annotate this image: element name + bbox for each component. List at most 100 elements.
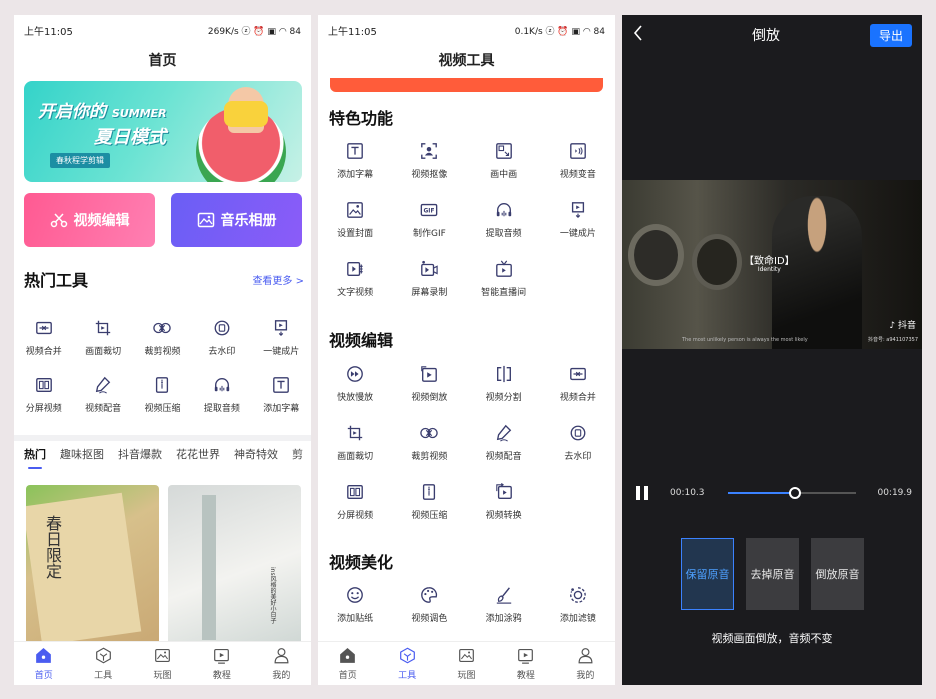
tab-tutorial[interactable]: 教程: [192, 642, 251, 685]
tool-label: 去水印: [208, 347, 236, 357]
pip-icon: [494, 141, 514, 161]
tool-item[interactable]: 添加字幕: [318, 141, 392, 180]
category-tab[interactable]: 神奇特效: [234, 446, 278, 462]
tool-label: 添加字幕: [337, 170, 374, 180]
tab-profile[interactable]: 我的: [252, 642, 311, 685]
tool-label: 提取音频: [203, 404, 240, 414]
tool-item[interactable]: 视频配音: [73, 375, 132, 414]
merge-icon: [34, 318, 54, 338]
tool-label: 添加滤镜: [559, 614, 596, 624]
palette-icon: [419, 585, 439, 605]
tool-item[interactable]: 提取音频: [467, 200, 541, 239]
speed-icon: [345, 364, 365, 384]
tab-tutorial[interactable]: 教程: [496, 642, 555, 685]
video-edit-button[interactable]: 视频编辑: [24, 193, 155, 247]
text-video-icon: [345, 259, 365, 279]
reverse-audio-option[interactable]: 倒放原音: [811, 538, 864, 610]
tab-home[interactable]: 首页: [318, 642, 377, 685]
tool-item[interactable]: GIF 制作GIF: [392, 200, 466, 239]
current-time: 00:10.3: [670, 488, 705, 498]
tab-home[interactable]: 首页: [14, 642, 73, 685]
tool-item[interactable]: 裁剪视频: [133, 318, 192, 357]
tool-item[interactable]: 去水印: [541, 423, 615, 462]
section-title-edit: 视频编辑: [329, 331, 394, 350]
subtitle-icon: [271, 375, 291, 395]
pause-icon[interactable]: [636, 486, 648, 500]
tool-item[interactable]: 屏幕录制: [392, 259, 466, 298]
export-button[interactable]: 导出: [869, 23, 912, 47]
see-more-link[interactable]: 查看更多 >: [252, 272, 304, 287]
douyin-id: 抖音号: a941107357: [868, 337, 918, 343]
summer-banner[interactable]: 开启你的 SUMMER 夏日模式 春秋程学剪辑: [24, 81, 302, 182]
tab-tools[interactable]: 工具: [73, 642, 132, 685]
tool-item[interactable]: 视频压缩: [133, 375, 192, 414]
tool-item[interactable]: 视频倒放: [392, 364, 466, 403]
category-tab[interactable]: 抖音爆款: [118, 446, 162, 462]
tab-image[interactable]: 玩图: [437, 642, 496, 685]
tool-item[interactable]: 添加涂鸦: [467, 585, 541, 624]
tool-item[interactable]: 去水印: [192, 318, 251, 357]
music-album-button[interactable]: 音乐相册: [171, 193, 302, 247]
category-tab[interactable]: 趣味抠图: [60, 446, 104, 462]
back-icon[interactable]: [632, 23, 662, 47]
category-tab[interactable]: 花花世界: [176, 446, 220, 462]
category-tab[interactable]: 热门: [24, 446, 46, 469]
tool-item[interactable]: 视频变音: [541, 141, 615, 180]
tool-item[interactable]: 视频转换: [467, 482, 541, 521]
tool-item[interactable]: 一键成片: [252, 318, 311, 357]
tool-item[interactable]: 添加滤镜: [541, 585, 615, 624]
progress-slider[interactable]: [728, 487, 856, 499]
tool-label: 视频转换: [485, 511, 522, 521]
tool-item[interactable]: 提取音频: [192, 375, 251, 414]
tools-icon: [398, 647, 416, 665]
tools-icon: [94, 647, 112, 665]
tool-item[interactable]: 添加字幕: [252, 375, 311, 414]
featured-tools-grid: 添加字幕 视频抠像 画中画 视频变音设置封面 GIF 制作GIF 提取音频 一键成片文字视频 屏…: [318, 141, 615, 298]
tool-item[interactable]: 一键成片: [541, 200, 615, 239]
template-card-ins[interactable]: ins风格的美好小日子: [168, 485, 301, 645]
page-title: 首页: [148, 53, 177, 69]
tool-item[interactable]: 视频配音: [467, 423, 541, 462]
tool-item[interactable]: 画面裁切: [318, 423, 392, 462]
tool-item[interactable]: 智能直播间: [467, 259, 541, 298]
tool-label: 分屏视频: [337, 511, 374, 521]
convert-icon: [494, 482, 514, 502]
headphone-icon: [494, 200, 514, 220]
tool-item[interactable]: 画中画: [467, 141, 541, 180]
tool-label: 画中画: [490, 170, 518, 180]
tool-label: 添加涂鸦: [485, 614, 522, 624]
tool-item[interactable]: 视频抠像: [392, 141, 466, 180]
tool-item[interactable]: 文字视频: [318, 259, 392, 298]
tab-label: 我的: [576, 670, 595, 681]
music-album-label: 音乐相册: [220, 213, 277, 229]
tool-item[interactable]: 视频压缩: [392, 482, 466, 521]
tool-item[interactable]: 视频分割: [467, 364, 541, 403]
girl-illustration: [224, 87, 268, 133]
tool-item[interactable]: 分屏视频: [318, 482, 392, 521]
tool-item[interactable]: 裁剪视频: [392, 423, 466, 462]
tool-item[interactable]: 视频合并: [541, 364, 615, 403]
tab-image[interactable]: 玩图: [133, 642, 192, 685]
remove-audio-option[interactable]: 去掉原音: [746, 538, 799, 610]
tool-item[interactable]: 快放慢放: [318, 364, 392, 403]
tool-item[interactable]: 视频调色: [392, 585, 466, 624]
tool-item[interactable]: 画面裁切: [73, 318, 132, 357]
category-tab[interactable]: 剪: [292, 446, 303, 462]
tool-item[interactable]: 视频合并: [14, 318, 73, 357]
category-tabs: 热门 趣味抠图 抖音爆款 花花世界 神奇特效剪: [24, 446, 303, 469]
video-preview[interactable]: 【致命ID】 Identity The most unlikely person…: [622, 180, 922, 349]
tool-label: 画面裁切: [337, 452, 374, 462]
tool-label: 一键成片: [263, 347, 300, 357]
tab-label: 玩图: [457, 670, 476, 681]
tool-item[interactable]: 添加贴纸: [318, 585, 392, 624]
tab-tools[interactable]: 工具: [377, 642, 436, 685]
tool-item[interactable]: 分屏视频: [14, 375, 73, 414]
keep-audio-option[interactable]: 保留原音: [681, 538, 734, 610]
template-card-spring[interactable]: 春日限定: [26, 485, 159, 645]
tool-label: 一键成片: [559, 229, 596, 239]
tab-profile[interactable]: 我的: [556, 642, 615, 685]
slider-knob[interactable]: [788, 487, 801, 499]
section-title-beautify: 视频美化: [329, 553, 394, 572]
tool-item[interactable]: 设置封面: [318, 200, 392, 239]
bottom-tab-bar: 首页 工具 玩图 教程 我的: [318, 641, 615, 685]
